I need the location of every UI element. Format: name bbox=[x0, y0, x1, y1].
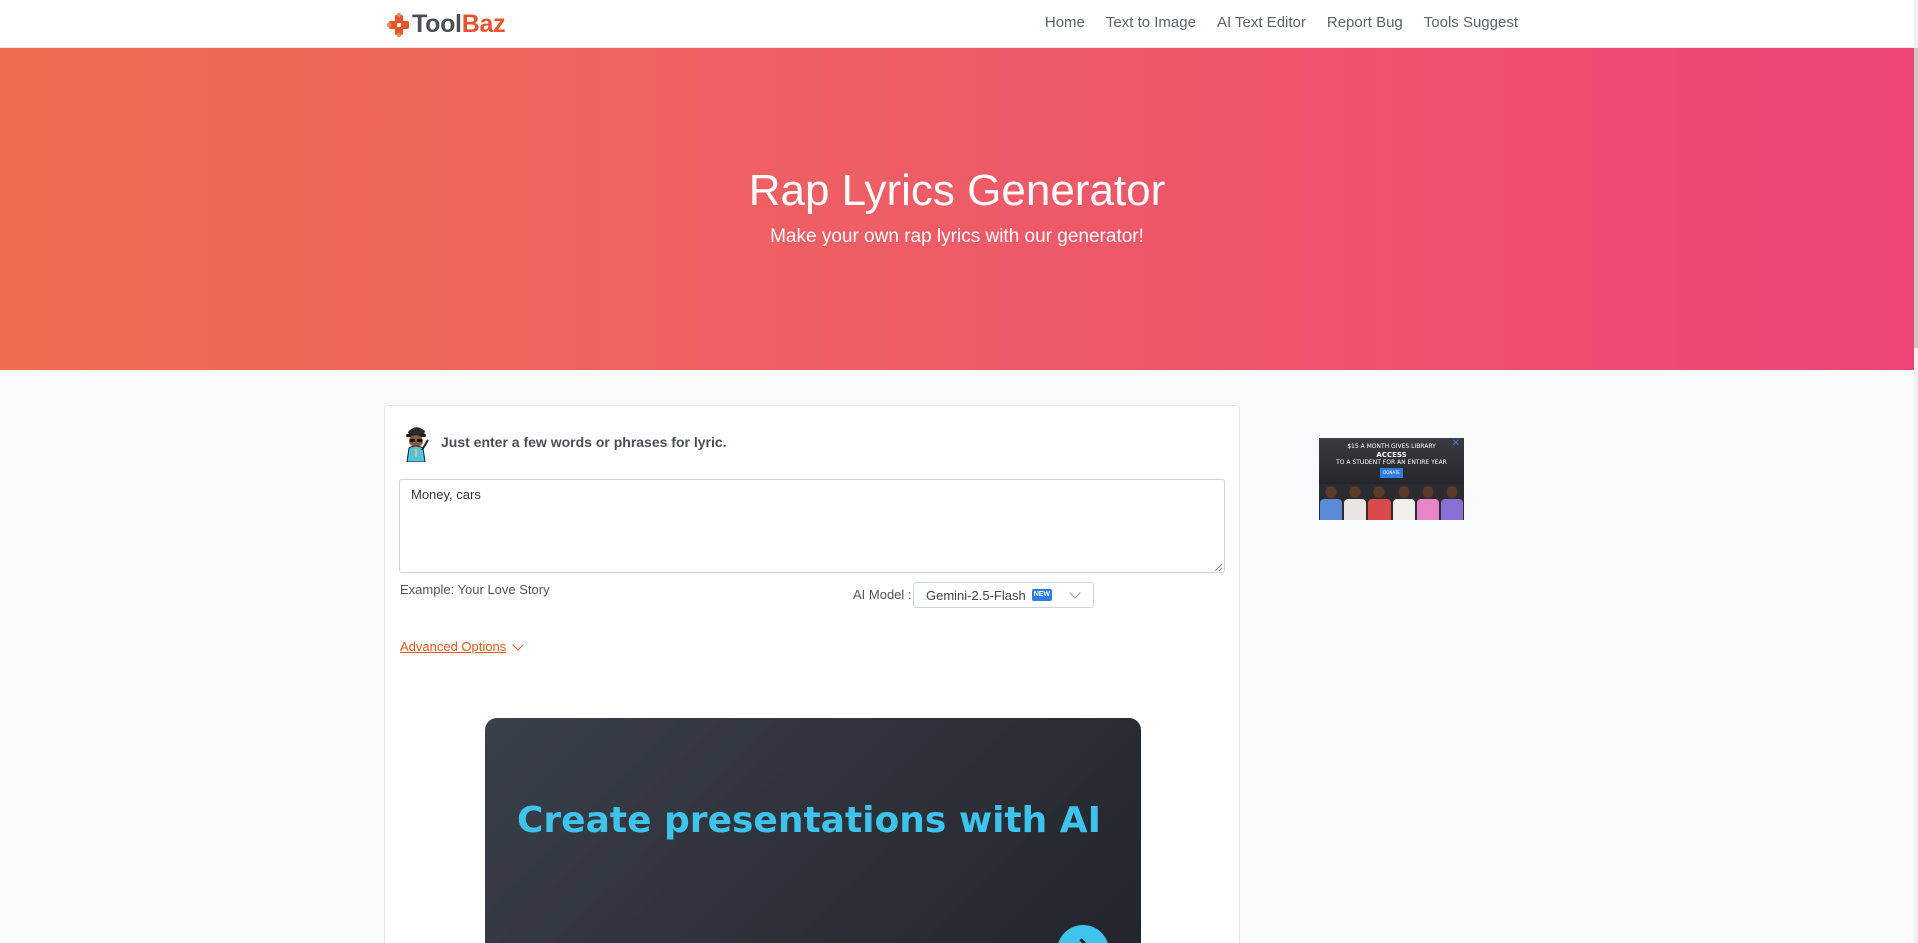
ad-close-icon[interactable]: ✕ bbox=[1452, 438, 1460, 449]
advanced-options-toggle[interactable]: Advanced Options bbox=[400, 639, 522, 654]
ad-donate-button[interactable]: DONATE bbox=[1380, 468, 1403, 478]
chevron-down-icon bbox=[1069, 587, 1080, 598]
prompt-label: Just enter a few words or phrases for ly… bbox=[441, 434, 727, 450]
promo-arrow-button[interactable] bbox=[1057, 925, 1109, 943]
nav-tools-suggest-link[interactable]: Tools Suggest bbox=[1424, 14, 1518, 31]
nav-text-to-image-link[interactable]: Text to Image bbox=[1106, 14, 1196, 31]
ad-text: $15 A MONTH GIVES LIBRARY ACCESS TO A ST… bbox=[1319, 443, 1464, 478]
top-navbar: ToolBaz Home Text to Image AI Text Edito… bbox=[0, 0, 1914, 48]
ad-line1: $15 A MONTH GIVES LIBRARY bbox=[1319, 443, 1464, 451]
ai-model-select[interactable]: Gemini-2.5-Flash NEW bbox=[913, 582, 1094, 608]
resize-grip-icon[interactable] bbox=[1214, 563, 1223, 572]
nav-home-link[interactable]: Home bbox=[1045, 14, 1085, 31]
ad-kid bbox=[1319, 484, 1343, 520]
advanced-options-label: Advanced Options bbox=[400, 639, 506, 654]
example-hint: Example: Your Love Story bbox=[400, 582, 550, 597]
promo-title: Create presentations with AI bbox=[517, 800, 1101, 841]
ad-kid bbox=[1416, 484, 1440, 520]
ad-kid bbox=[1343, 484, 1367, 520]
sidebar-ad[interactable]: $15 A MONTH GIVES LIBRARY ACCESS TO A ST… bbox=[1319, 438, 1464, 520]
page-title: Rap Lyrics Generator bbox=[0, 166, 1914, 216]
ad-kid bbox=[1440, 484, 1464, 520]
ad-line2: ACCESS bbox=[1319, 451, 1464, 459]
nav-ai-text-editor-link[interactable]: AI Text Editor bbox=[1217, 14, 1306, 31]
generator-card: Just enter a few words or phrases for ly… bbox=[384, 405, 1240, 943]
ad-line3: TO A STUDENT FOR AN ENTIRE YEAR bbox=[1319, 459, 1464, 467]
toolbaz-logo[interactable]: ToolBaz bbox=[386, 10, 505, 39]
logo-icon bbox=[386, 12, 412, 38]
ai-model-selected-value: Gemini-2.5-Flash bbox=[926, 588, 1026, 603]
main-nav: Home Text to Image AI Text Editor Report… bbox=[1024, 14, 1518, 31]
chevron-down-icon bbox=[513, 639, 524, 650]
lyric-topic-input[interactable] bbox=[399, 479, 1225, 573]
ad-banner-strip: $15 A MONTH GIVES LIBRARY ACCESS TO A ST… bbox=[1319, 438, 1464, 484]
ad-kid bbox=[1367, 484, 1391, 520]
promo-video-card[interactable]: Create presentations with AI bbox=[485, 718, 1141, 943]
nav-report-bug-link[interactable]: Report Bug bbox=[1327, 14, 1403, 31]
hero-banner: Rap Lyrics Generator Make your own rap l… bbox=[0, 48, 1914, 370]
page-subtitle: Make your own rap lyrics with our genera… bbox=[0, 226, 1914, 248]
logo-text: ToolBaz bbox=[412, 10, 505, 39]
ad-image bbox=[1319, 484, 1464, 520]
prompt-row: Just enter a few words or phrases for ly… bbox=[399, 422, 727, 462]
new-badge: NEW bbox=[1032, 589, 1052, 601]
ad-kid bbox=[1392, 484, 1416, 520]
rapper-icon bbox=[399, 422, 433, 462]
ai-model-label: AI Model : bbox=[853, 587, 912, 602]
page-scrollbar[interactable] bbox=[1914, 0, 1918, 943]
scrollbar-thumb[interactable] bbox=[1914, 48, 1918, 348]
